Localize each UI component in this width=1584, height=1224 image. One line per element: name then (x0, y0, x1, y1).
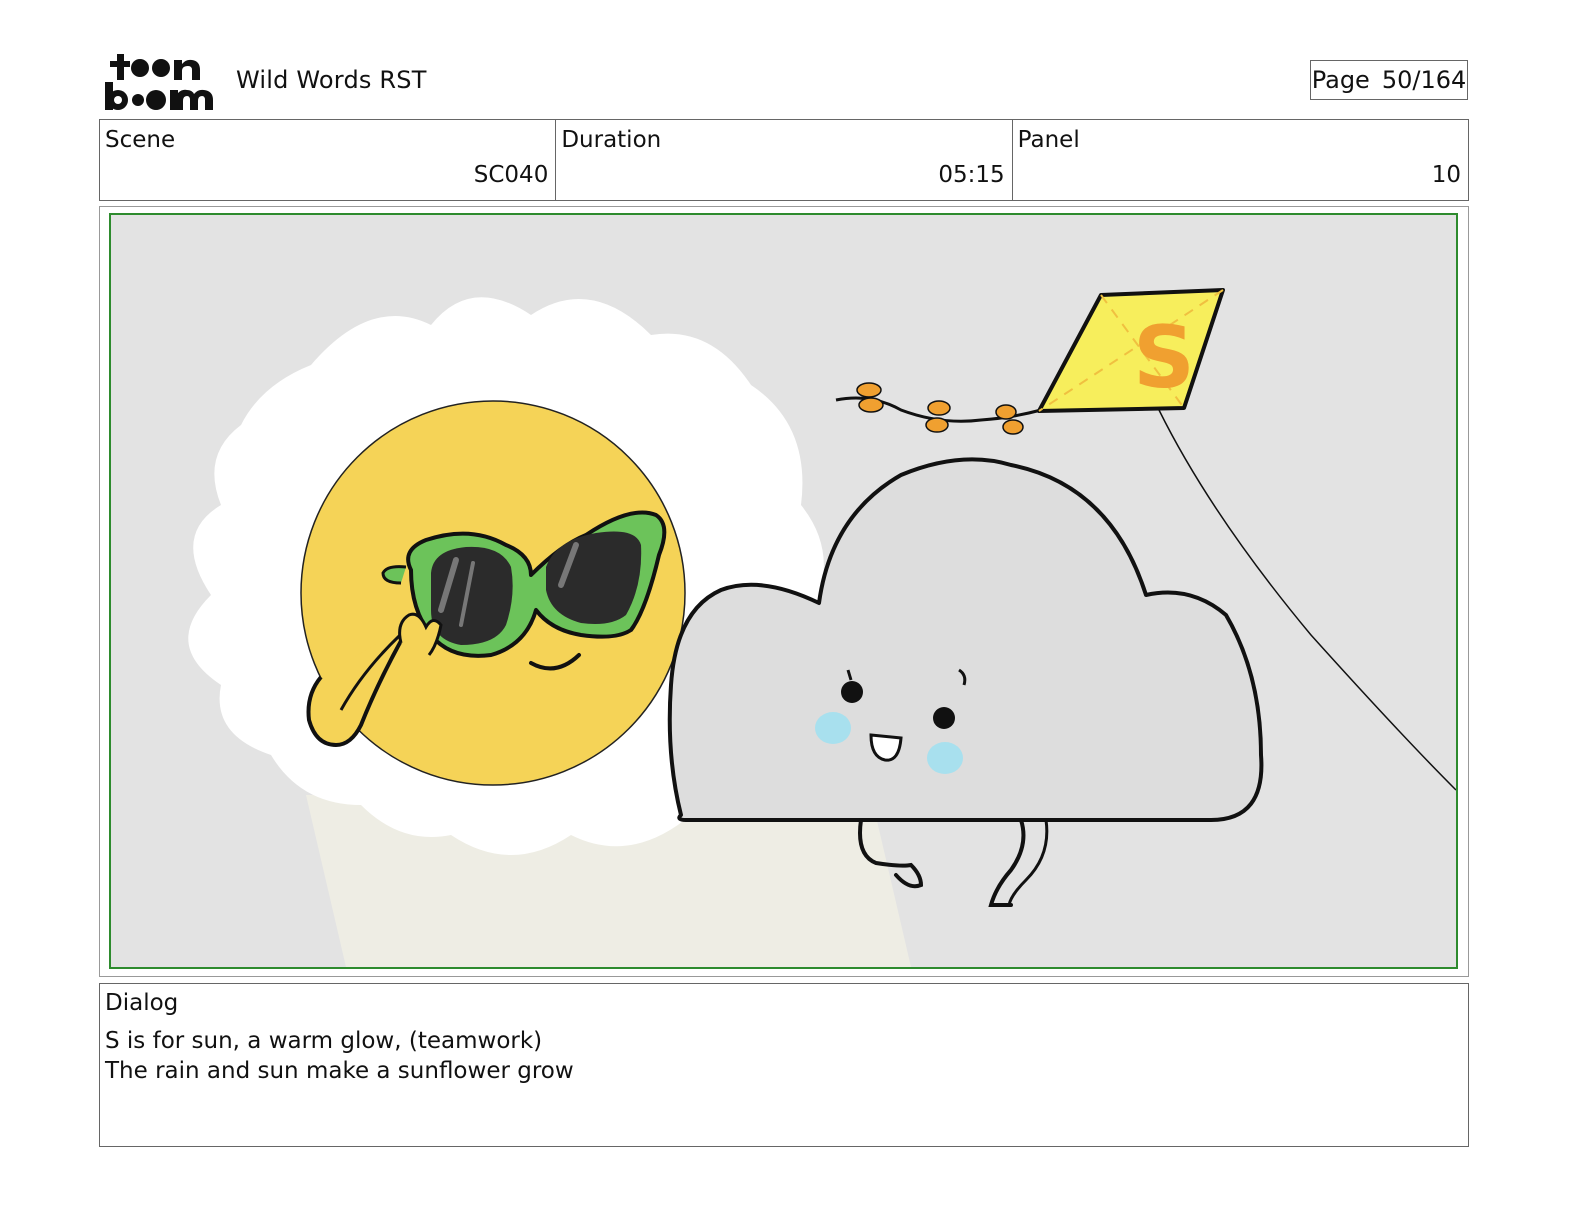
page-label: Page (1311, 66, 1370, 94)
dialog-box: Dialog S is for sun, a warm glow, (teamw… (99, 983, 1469, 1147)
duration-cell: Duration 05:15 (556, 120, 1013, 200)
scene-label: Scene (105, 127, 176, 153)
page-value: 50/164 (1381, 66, 1467, 94)
dialog-line: The rain and sun make a sunflower grow (105, 1058, 574, 1084)
panel-info-table: Scene SC040 Duration 05:15 Panel 10 (99, 119, 1469, 201)
dialog-label: Dialog (105, 990, 179, 1016)
dialog-line: S is for sun, a warm glow, (teamwork) (105, 1028, 543, 1054)
dialog-text: S is for sun, a warm glow, (teamwork) Th… (105, 1026, 574, 1086)
toon-boom-logo (104, 52, 216, 112)
page-indicator: Page 50/164 (1310, 60, 1468, 100)
scene-value: SC040 (473, 162, 549, 188)
panel-cell: Panel 10 (1013, 120, 1468, 200)
project-title: Wild Words RST (236, 66, 427, 94)
logo-mark (105, 54, 213, 110)
storyboard-panel-image: S (109, 213, 1458, 969)
scene-cell: Scene SC040 (100, 120, 557, 200)
panel-illustration: S (111, 215, 1456, 967)
duration-value: 05:15 (938, 162, 1005, 188)
duration-label: Duration (561, 127, 662, 153)
kite-letter: S (1133, 308, 1195, 408)
panel-value: 10 (1431, 162, 1461, 188)
panel-label: Panel (1017, 127, 1080, 153)
